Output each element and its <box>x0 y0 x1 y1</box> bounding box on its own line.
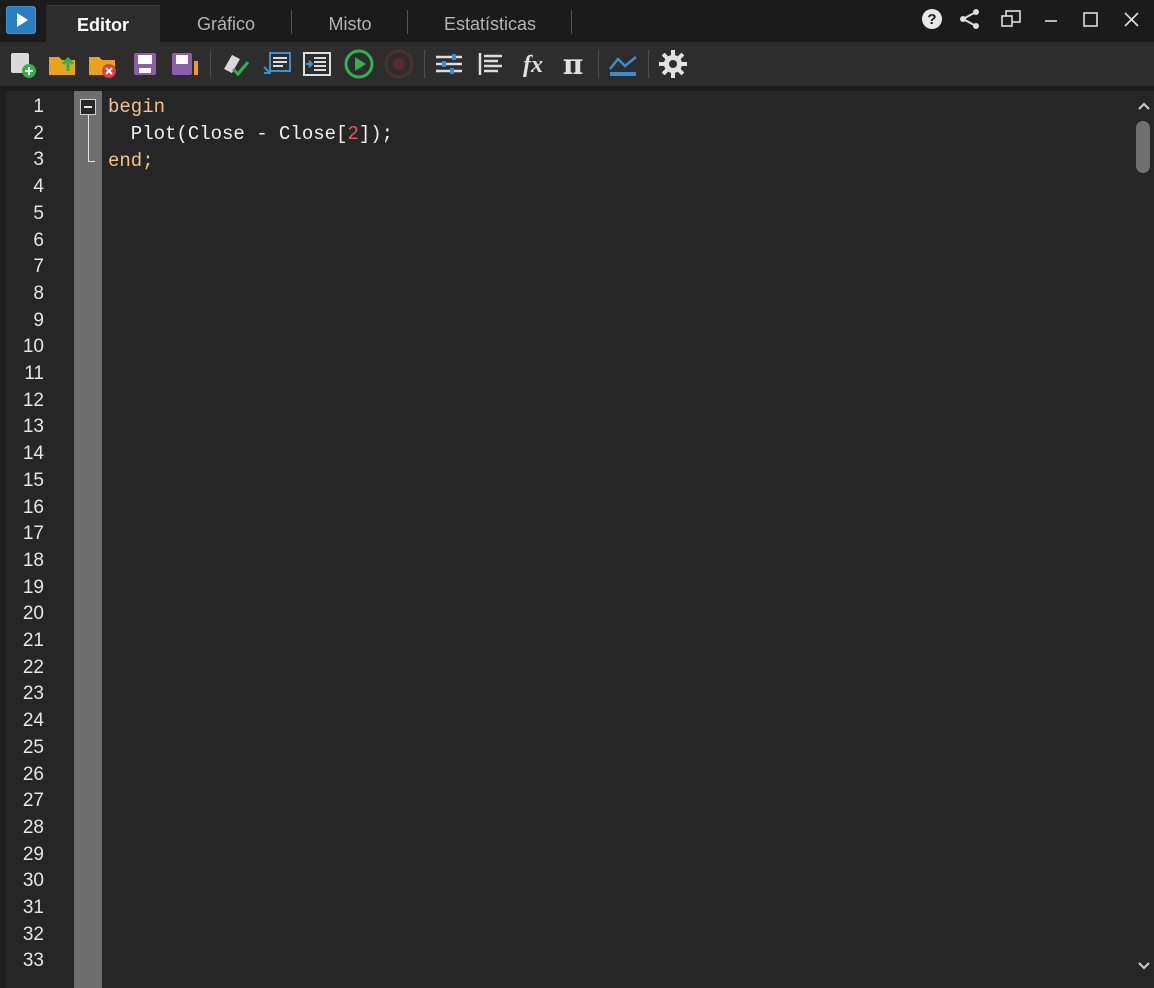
share-icon[interactable] <box>956 6 984 34</box>
line-number: 25 <box>22 736 44 758</box>
code-line-2: Plot(Close - Close[2]); <box>108 123 393 145</box>
line-number: 26 <box>22 763 44 785</box>
scroll-down-icon[interactable] <box>1137 959 1151 973</box>
scroll-up-icon[interactable] <box>1137 99 1151 113</box>
title-bar: Editor Gráfico Misto Estatísticas ? <box>0 0 1154 43</box>
toolbar-separator <box>210 50 211 78</box>
tab-editor[interactable]: Editor <box>46 5 160 43</box>
code-area[interactable]: begin Plot(Close - Close[2]); end; <box>102 91 1134 988</box>
line-number: 27 <box>22 790 44 812</box>
code-text: Plot(Close - Close[ <box>108 123 348 145</box>
line-number: 22 <box>22 656 44 678</box>
line-number: 6 <box>33 229 44 251</box>
code-editor[interactable]: 1 2 3 4 5 6 7 8 9 10 11 12 13 14 15 16 17 18 19 20 21 22 23 24 2… <box>6 91 1154 988</box>
new-strategy-icon[interactable] <box>6 47 40 81</box>
line-number: 24 <box>22 710 44 732</box>
fold-guide-end <box>88 161 95 162</box>
line-number: 21 <box>22 630 44 651</box>
tab-estatisticas[interactable]: Estatísticas <box>416 5 564 42</box>
keyword: end; <box>108 150 154 172</box>
stop-icon[interactable] <box>382 47 416 81</box>
keyword: begin <box>108 96 166 118</box>
help-icon[interactable]: ? <box>918 6 946 34</box>
undock-icon[interactable] <box>998 6 1026 34</box>
tab-separator <box>407 10 408 34</box>
line-number: 7 <box>33 256 44 278</box>
line-number: 28 <box>22 816 44 838</box>
line-number: 3 <box>33 149 44 171</box>
close-icon[interactable] <box>1117 6 1145 34</box>
fold-margin <box>74 91 102 988</box>
line-number: 10 <box>22 336 44 358</box>
scroll-thumb[interactable] <box>1136 121 1150 173</box>
compile-icon[interactable] <box>218 47 252 81</box>
svg-text:π: π <box>563 48 584 81</box>
line-number: 5 <box>33 202 44 224</box>
svg-text:fx: fx <box>523 52 543 78</box>
line-number: 13 <box>22 416 44 438</box>
code-line-3: end; <box>108 150 154 172</box>
settings-icon[interactable] <box>656 47 690 81</box>
indent-icon[interactable] <box>474 47 508 81</box>
insert-indicator-icon[interactable] <box>260 47 294 81</box>
line-number: 23 <box>22 683 44 705</box>
line-number: 16 <box>22 496 44 518</box>
number-literal: 2 <box>347 123 359 145</box>
parameters-icon[interactable] <box>432 47 466 81</box>
fold-guide-line <box>88 115 89 161</box>
insert-function-icon[interactable] <box>300 47 334 81</box>
toolbar-separator <box>598 50 599 78</box>
save-icon[interactable] <box>128 47 162 81</box>
minimize-icon[interactable] <box>1037 6 1065 34</box>
line-number: 15 <box>22 469 44 491</box>
line-number: 33 <box>22 950 44 972</box>
function-fx-icon[interactable]: fx <box>516 47 550 81</box>
delete-file-icon[interactable] <box>86 47 120 81</box>
line-number: 17 <box>22 523 44 545</box>
toolbar-separator <box>648 50 649 78</box>
line-number: 1 <box>33 96 44 117</box>
line-number: 31 <box>22 897 44 918</box>
line-number: 29 <box>22 843 44 865</box>
tab-separator <box>291 10 292 34</box>
maximize-icon[interactable] <box>1076 6 1104 34</box>
tab-grafico[interactable]: Gráfico <box>170 5 282 42</box>
line-number: 19 <box>22 576 44 598</box>
line-number: 8 <box>33 282 44 304</box>
line-number: 2 <box>33 122 44 144</box>
line-number: 30 <box>22 870 44 892</box>
tab-misto[interactable]: Misto <box>300 5 400 42</box>
toolbar: fx π <box>0 42 1154 86</box>
run-icon[interactable] <box>342 47 376 81</box>
save-as-icon[interactable] <box>168 47 202 81</box>
line-number-gutter: 1 2 3 4 5 6 7 8 9 10 11 12 13 14 15 16 17 18 19 20 21 22 23 24 2… <box>6 91 74 988</box>
collapse-block-icon[interactable] <box>80 99 96 115</box>
open-file-icon[interactable] <box>46 47 80 81</box>
line-number: 12 <box>22 389 44 411</box>
line-number: 4 <box>33 176 44 198</box>
line-number: 32 <box>22 923 44 945</box>
svg-text:?: ? <box>927 11 936 28</box>
line-number: 14 <box>22 443 44 465</box>
line-number: 18 <box>22 549 44 571</box>
app-logo-icon <box>6 6 36 34</box>
tab-separator <box>571 10 572 34</box>
plot-chart-icon[interactable] <box>606 47 640 81</box>
toolbar-separator <box>424 50 425 78</box>
line-number: 20 <box>22 603 44 625</box>
line-number: 9 <box>33 309 44 331</box>
vertical-scrollbar[interactable] <box>1134 91 1154 988</box>
code-text: ]); <box>358 123 394 145</box>
pi-constant-icon[interactable]: π <box>556 47 590 81</box>
code-line-1: begin <box>108 96 165 118</box>
line-number: 11 <box>24 363 44 384</box>
